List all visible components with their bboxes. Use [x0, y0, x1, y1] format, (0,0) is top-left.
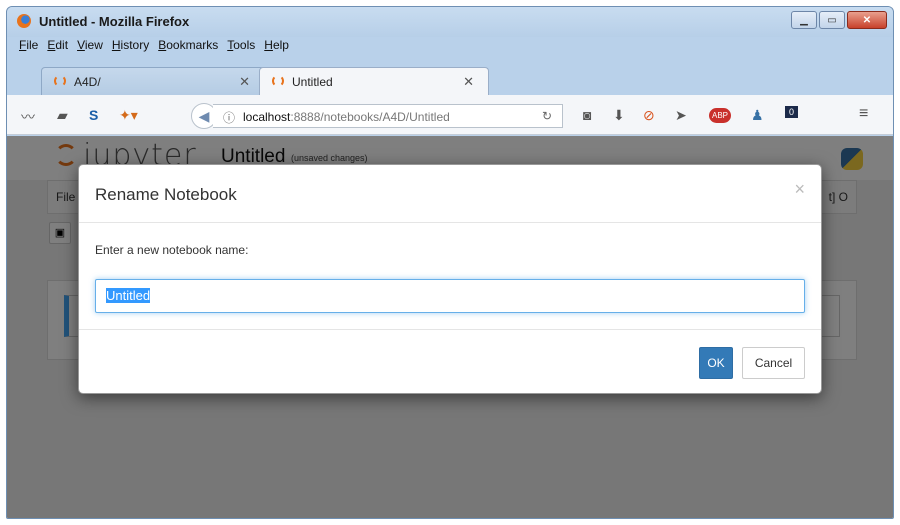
send-icon[interactable]: ➤	[675, 107, 687, 124]
rss-icon[interactable]: 〰	[21, 107, 35, 127]
python-ext-icon[interactable]: ♟	[751, 107, 764, 124]
jupyter-favicon-icon	[54, 75, 66, 87]
close-dialog-icon[interactable]: ×	[794, 179, 805, 200]
menu-bookmarks[interactable]: Bookmarks	[158, 38, 218, 52]
cancel-button[interactable]: Cancel	[742, 347, 805, 379]
menu-help[interactable]: Help	[264, 38, 289, 52]
ok-button[interactable]: OK	[699, 347, 733, 379]
dialog-body: Enter a new notebook name: Untitled	[79, 223, 821, 330]
dialog-footer: OK Cancel	[79, 331, 821, 395]
menu-view[interactable]: View	[77, 38, 103, 52]
firefox-logo-icon	[17, 14, 31, 28]
window-title: Untitled - Mozilla Firefox	[39, 14, 190, 29]
notification-badge[interactable]: 0	[785, 106, 799, 118]
hamburger-menu-icon[interactable]: ≡	[859, 105, 868, 123]
jupyter-favicon-icon	[272, 75, 284, 87]
minimize-button[interactable]: ▁	[791, 11, 817, 29]
tab-strip: A4D/ ✕ Untitled ✕	[7, 63, 893, 95]
dialog-header: Rename Notebook ×	[79, 165, 821, 223]
print-icon[interactable]: ▰	[57, 107, 68, 124]
tab-label: Untitled	[292, 75, 333, 89]
url-text[interactable]: localhost:8888/notebooks/A4D/Untitled	[243, 110, 450, 124]
close-window-button[interactable]: ✕	[847, 11, 887, 29]
tab-untitled[interactable]: Untitled ✕	[259, 67, 489, 95]
maximize-button[interactable]: ▭	[819, 11, 845, 29]
dialog-prompt: Enter a new notebook name:	[95, 243, 249, 257]
download-icon[interactable]: ⬇	[613, 107, 625, 124]
dialog-title: Rename Notebook	[95, 185, 237, 204]
menu-history[interactable]: History	[112, 38, 149, 52]
url-bar[interactable]: ⓘ localhost:8888/notebooks/A4D/Untitled …	[213, 104, 563, 128]
navigation-toolbar: 〰 ▰ S ✦▾ ◀ ⓘ localhost:8888/notebooks/A4…	[7, 95, 893, 135]
close-tab-icon[interactable]: ✕	[239, 74, 250, 90]
menu-edit[interactable]: Edit	[47, 38, 68, 52]
tab-label: A4D/	[74, 75, 101, 89]
pocket-icon[interactable]: ◙	[583, 107, 591, 123]
browser-menubar: File Edit View History Bookmarks Tools H…	[19, 38, 289, 52]
block-icon[interactable]: ⊘	[643, 107, 655, 124]
notebook-name-input[interactable]: Untitled	[95, 279, 805, 313]
selected-input-text: Untitled	[106, 288, 151, 303]
menu-tools[interactable]: Tools	[227, 38, 255, 52]
close-tab-icon[interactable]: ✕	[463, 74, 474, 90]
rename-notebook-dialog: Rename Notebook × Enter a new notebook n…	[78, 164, 822, 394]
tab-a4d[interactable]: A4D/ ✕	[41, 67, 265, 95]
menu-file[interactable]: File	[19, 38, 38, 52]
site-info-icon[interactable]: ⓘ	[223, 109, 235, 126]
title-bar[interactable]: Untitled - Mozilla Firefox ▁ ▭ ✕	[7, 7, 893, 37]
skype-icon[interactable]: S	[89, 107, 98, 123]
extension-icon[interactable]: ✦▾	[119, 107, 138, 124]
adblock-icon[interactable]: ABP	[709, 108, 732, 123]
reload-icon[interactable]: ↻	[542, 109, 552, 123]
window-controls: ▁ ▭ ✕	[791, 11, 887, 29]
